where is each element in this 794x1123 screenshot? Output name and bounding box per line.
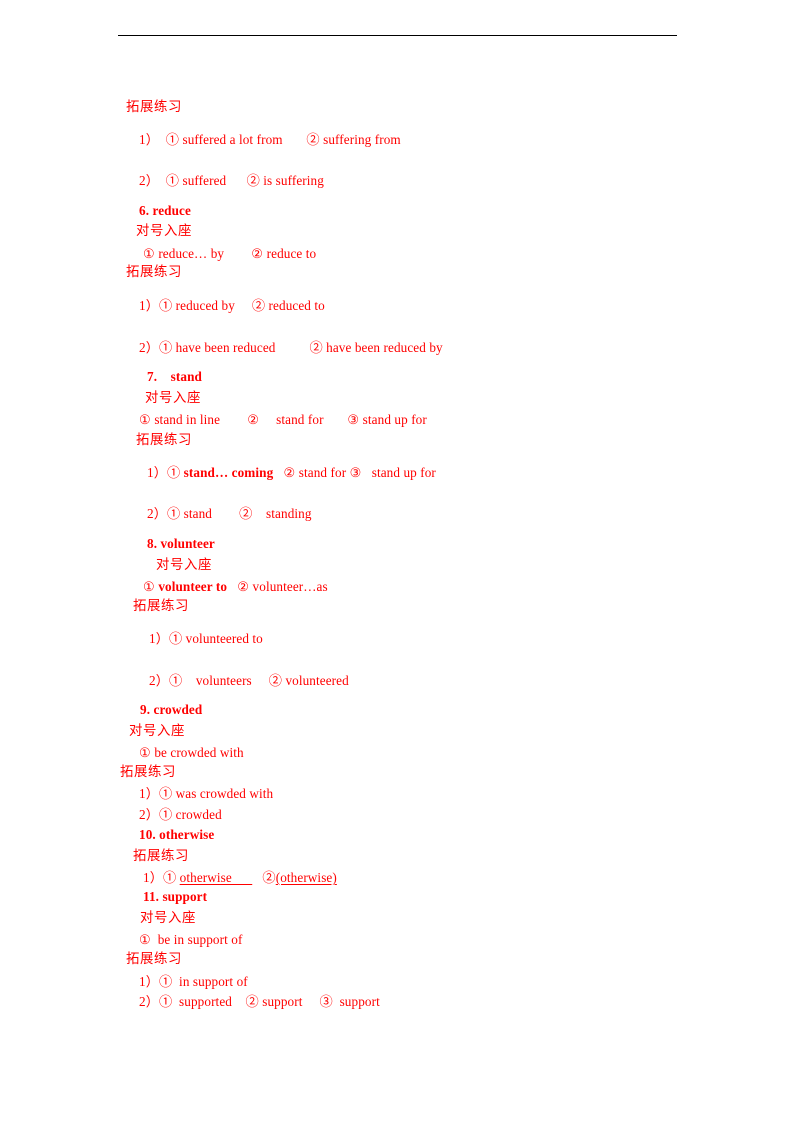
text-line: 1）① reduced by ② reduced to xyxy=(139,298,325,313)
text-line: 2） ① suffered ② is suffering xyxy=(139,173,324,188)
text-line: 2）① crowded xyxy=(139,807,222,822)
text-line: 1）① otherwise ②(otherwise) xyxy=(143,870,337,885)
text-line: 1）① volunteered to xyxy=(149,631,263,646)
text-line: 对号入座 xyxy=(156,558,212,573)
text-line: 对号入座 xyxy=(136,224,192,239)
text-line: 1）① was crowded with xyxy=(139,786,274,801)
text-segment: ② xyxy=(252,870,276,885)
text-line: 2）① have been reduced ② have been reduce… xyxy=(139,340,443,355)
text-line: 8. volunteer xyxy=(147,536,215,551)
text-segment: ② stand for ③ stand up for xyxy=(273,465,436,480)
text-line: ① volunteer to ② volunteer…as xyxy=(143,579,328,594)
text-line: 2）① supported ② support ③ support xyxy=(139,994,380,1009)
text-line: 对号入座 xyxy=(140,911,196,926)
text-line: 9. crowded xyxy=(140,702,203,717)
text-line: 对号入座 xyxy=(129,724,185,739)
text-line: 拓展练习 xyxy=(120,765,176,780)
text-line: 拓展练习 xyxy=(136,433,192,448)
text-segment: ② volunteer…as xyxy=(227,579,328,594)
text-line: 2）① stand ② standing xyxy=(147,506,312,521)
text-line: 10. otherwise xyxy=(139,827,215,842)
text-line: ① be crowded with xyxy=(139,745,244,760)
text-line: 拓展练习 xyxy=(133,599,189,614)
text-line: 拓展练习 xyxy=(126,100,182,115)
text-line: 1）① in support of xyxy=(139,974,248,989)
text-segment: 1）① xyxy=(147,465,184,480)
text-segment: stand… coming xyxy=(183,465,274,480)
text-line: 拓展练习 xyxy=(126,265,182,280)
document-page: 拓展练习 1） ① suffered a lot from ② suffering… xyxy=(0,0,794,1123)
text-segment: ① xyxy=(143,579,159,594)
text-line: 对号入座 xyxy=(145,391,201,406)
text-line: 11. support xyxy=(143,889,208,904)
text-line: 拓展练习 xyxy=(133,849,189,864)
text-segment: (otherwise) xyxy=(275,870,337,885)
header-rule xyxy=(118,35,677,36)
text-line: 拓展练习 xyxy=(126,952,182,967)
text-line: ① reduce… by ② reduce to xyxy=(143,246,317,261)
text-line: 6. reduce xyxy=(139,203,191,218)
text-segment: 1）① xyxy=(143,870,180,885)
text-line: 1）① stand… coming ② stand for ③ stand up… xyxy=(147,465,436,480)
text-line: 7. stand xyxy=(147,369,202,384)
text-line: ① stand in line ② stand for ③ stand up f… xyxy=(139,412,427,427)
text-line: ① be in support of xyxy=(139,932,243,947)
text-segment: volunteer to xyxy=(158,579,228,594)
text-line: 2）① volunteers ② volunteered xyxy=(149,673,349,688)
text-line: 1） ① suffered a lot from ② suffering fro… xyxy=(139,132,401,147)
text-segment: otherwise xyxy=(179,870,253,885)
